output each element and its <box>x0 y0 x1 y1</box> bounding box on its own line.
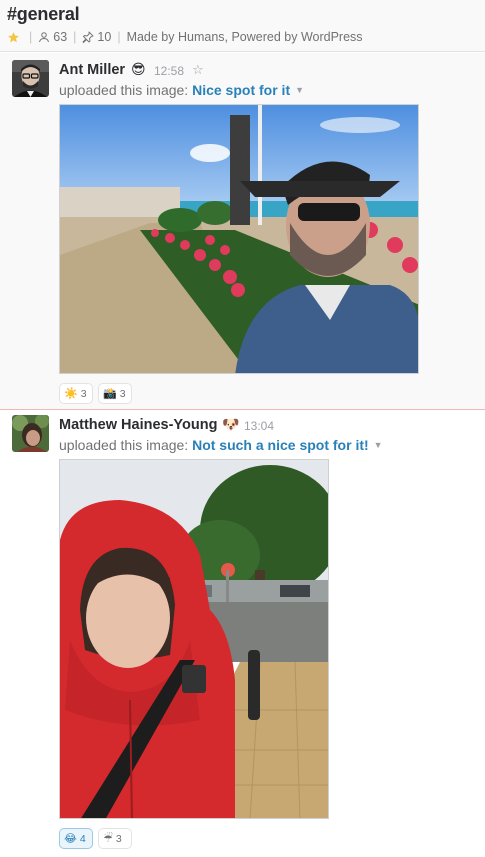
upload-prefix: uploaded this image: <box>59 437 189 453</box>
channel-header: #general | 63 | 10 | Made by Humans, Pow… <box>0 0 485 52</box>
caret-down-icon[interactable]: ▼ <box>374 440 383 450</box>
avatar[interactable] <box>12 60 49 97</box>
uploaded-image[interactable] <box>59 104 419 374</box>
reaction-emoji: 😂 <box>64 833 77 845</box>
upload-line: uploaded this image: Nice spot for it ▼ <box>59 82 304 98</box>
uploaded-image[interactable] <box>59 459 329 819</box>
timestamp[interactable]: 13:04 <box>244 419 274 433</box>
reaction-emoji: ☔ <box>103 833 113 845</box>
reaction-count: 4 <box>79 832 86 845</box>
reaction[interactable]: ☔ 3 <box>98 828 132 849</box>
image-title-link[interactable]: Nice spot for it <box>192 82 290 98</box>
channel-topic: Made by Humans, Powered by WordPress <box>126 30 363 44</box>
pins-count[interactable]: 10 <box>97 30 111 44</box>
pin-icon[interactable] <box>82 31 94 43</box>
star-icon[interactable] <box>7 31 20 44</box>
members-icon[interactable] <box>38 31 50 43</box>
star-outline-icon[interactable]: ☆ <box>192 62 204 78</box>
author-name[interactable]: Ant Miller <box>59 62 125 78</box>
reaction-emoji: ☀️ <box>64 388 78 400</box>
author-name[interactable]: Matthew Haines-Young <box>59 417 217 433</box>
reaction[interactable]: ☀️ 3 <box>59 383 93 404</box>
reaction-count: 3 <box>119 387 126 400</box>
caret-down-icon[interactable]: ▼ <box>295 85 304 95</box>
message: Ant Miller 😎 12:58 ☆ uploaded this image… <box>0 53 485 409</box>
message: Matthew Haines-Young 🐶 13:04 uploaded th… <box>0 410 485 857</box>
status-emoji: 🐶 <box>222 416 240 432</box>
avatar[interactable] <box>12 415 49 452</box>
upload-prefix: uploaded this image: <box>59 82 189 98</box>
status-emoji: 😎 <box>131 61 146 77</box>
reaction-emoji: 📸 <box>103 388 117 400</box>
reaction[interactable]: 😂 4 <box>59 828 93 849</box>
reaction[interactable]: 📸 3 <box>98 383 132 404</box>
upload-line: uploaded this image: Not such a nice spo… <box>59 437 383 453</box>
channel-meta: | 63 | 10 | Made by Humans, Powered by W… <box>7 29 363 45</box>
timestamp[interactable]: 12:58 <box>154 64 184 78</box>
reaction-count: 3 <box>115 832 122 845</box>
image-title-link[interactable]: Not such a nice spot for it! <box>192 437 369 453</box>
channel-name[interactable]: #general <box>7 4 80 25</box>
members-count[interactable]: 63 <box>53 30 67 44</box>
reaction-count: 3 <box>80 387 87 400</box>
